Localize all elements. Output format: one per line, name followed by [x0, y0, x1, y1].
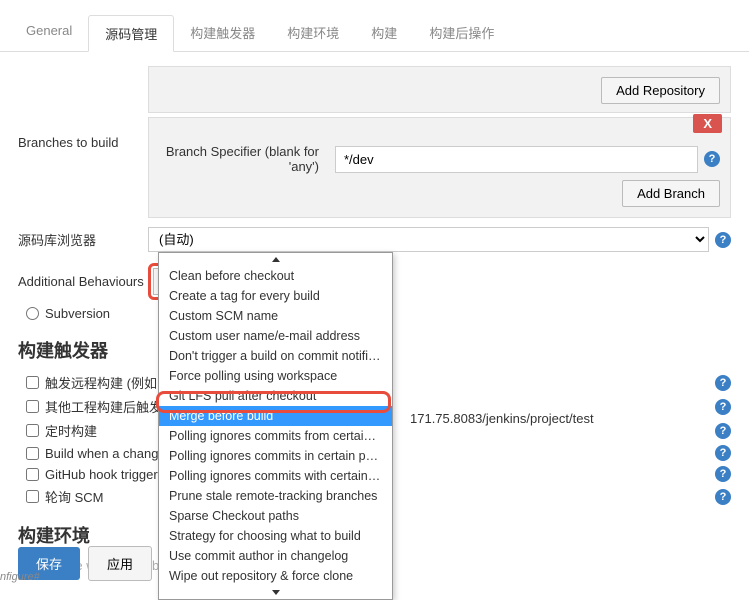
help-icon[interactable]: ? — [715, 466, 731, 482]
dropdown-scroll-down[interactable] — [159, 586, 392, 599]
branches-to-build-label: Branches to build — [18, 117, 148, 154]
dropdown-item-custom-scm-name[interactable]: Custom SCM name — [159, 306, 392, 326]
add-repository-button[interactable]: Add Repository — [601, 77, 720, 104]
trigger-github-checkbox[interactable] — [26, 468, 39, 481]
help-icon[interactable]: ? — [715, 399, 731, 415]
dropdown-item-polling-ignores-commits-in-certain-paths[interactable]: Polling ignores commits in certain paths — [159, 446, 392, 466]
dropdown-scroll-up[interactable] — [159, 253, 392, 266]
trigger-push-checkbox[interactable] — [26, 447, 39, 460]
dropdown-item-git-lfs-pull-after-checkout[interactable]: Git LFS pull after checkout — [159, 386, 392, 406]
dropdown-item-polling-ignores-commits-from-certain-users[interactable]: Polling ignores commits from certain use… — [159, 426, 392, 446]
repositories-box: Add Repository — [148, 66, 731, 113]
tab-post[interactable]: 构建后操作 — [413, 15, 510, 51]
dropdown-item-strategy-for-choosing-what-to-build[interactable]: Strategy for choosing what to build — [159, 526, 392, 546]
trigger-timer-checkbox[interactable] — [26, 424, 39, 437]
apply-button[interactable]: 应用 — [88, 546, 152, 581]
dropdown-item-don-t-trigger-a-build-on-commit-notifications[interactable]: Don't trigger a build on commit notifica… — [159, 346, 392, 366]
dropdown-item-prune-stale-remote-tracking-branches[interactable]: Prune stale remote-tracking branches — [159, 486, 392, 506]
trigger-remote-checkbox[interactable] — [26, 376, 39, 389]
additional-behaviours-label: Additional Behaviours — [18, 270, 148, 293]
behaviours-dropdown: Clean before checkoutCreate a tag for ev… — [158, 252, 393, 600]
help-icon[interactable]: ? — [715, 375, 731, 391]
webhook-url-text: 171.75.8083/jenkins/project/test — [410, 411, 594, 426]
branch-specifier-input[interactable] — [335, 146, 698, 173]
repo-browser-select[interactable]: (自动) — [148, 227, 709, 252]
subversion-label: Subversion — [45, 306, 110, 321]
dropdown-item-clean-before-checkout[interactable]: Clean before checkout — [159, 266, 392, 286]
caret-down-icon — [272, 590, 280, 595]
dropdown-item-use-commit-author-in-changelog[interactable]: Use commit author in changelog — [159, 546, 392, 566]
tab-scm[interactable]: 源码管理 — [88, 15, 174, 52]
subversion-radio[interactable] — [26, 307, 39, 320]
tab-general[interactable]: General — [10, 15, 88, 51]
tab-triggers[interactable]: 构建触发器 — [174, 15, 271, 51]
branches-box: X Branch Specifier (blank for 'any') ? A… — [148, 117, 731, 218]
status-leak-text: nfigure# — [0, 571, 40, 583]
branch-specifier-label: Branch Specifier (blank for 'any') — [159, 144, 329, 174]
dropdown-item-custom-user-name-e-mail-address[interactable]: Custom user name/e-mail address — [159, 326, 392, 346]
config-tabs: General 源码管理 构建触发器 构建环境 构建 构建后操作 — [0, 15, 749, 52]
dropdown-item-create-a-tag-for-every-build[interactable]: Create a tag for every build — [159, 286, 392, 306]
repo-browser-label: 源码库浏览器 — [18, 226, 148, 253]
help-icon[interactable]: ? — [715, 232, 731, 248]
help-icon[interactable]: ? — [704, 151, 720, 167]
dropdown-item-merge-before-build[interactable]: Merge before build — [159, 406, 392, 426]
delete-branch-button[interactable]: X — [693, 114, 722, 133]
help-icon[interactable]: ? — [715, 489, 731, 505]
help-icon[interactable]: ? — [715, 423, 731, 439]
dropdown-item-polling-ignores-commits-with-certain-messages[interactable]: Polling ignores commits with certain mes… — [159, 466, 392, 486]
caret-up-icon — [272, 257, 280, 262]
tab-build[interactable]: 构建 — [355, 15, 413, 51]
trigger-poll-checkbox[interactable] — [26, 490, 39, 503]
add-branch-button[interactable]: Add Branch — [622, 180, 720, 207]
tab-env[interactable]: 构建环境 — [271, 15, 355, 51]
dropdown-item-sparse-checkout-paths[interactable]: Sparse Checkout paths — [159, 506, 392, 526]
dropdown-item-wipe-out-repository-force-clone[interactable]: Wipe out repository & force clone — [159, 566, 392, 586]
help-icon[interactable]: ? — [715, 445, 731, 461]
dropdown-item-force-polling-using-workspace[interactable]: Force polling using workspace — [159, 366, 392, 386]
trigger-after-checkbox[interactable] — [26, 400, 39, 413]
